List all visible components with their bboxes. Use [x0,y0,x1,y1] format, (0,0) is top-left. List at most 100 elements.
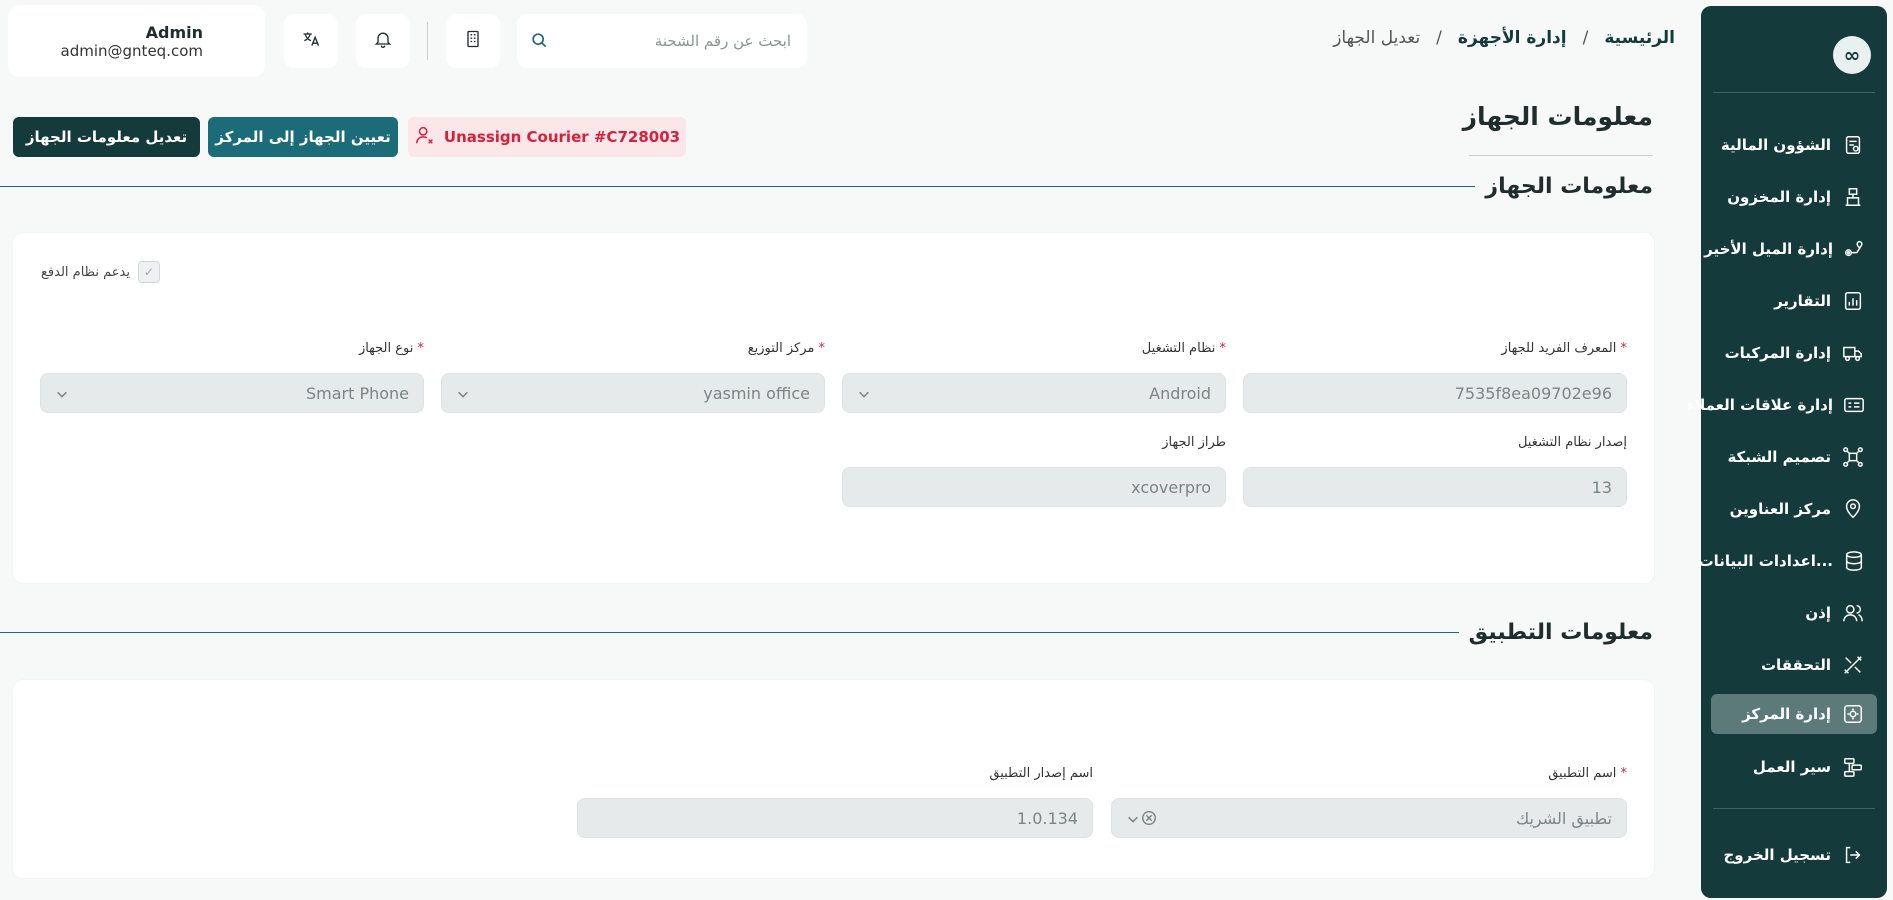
topbar-divider [427,22,428,60]
device-model-input[interactable]: xcoverpro [842,467,1226,507]
sidebar-item-label: الشؤون المالية [1720,136,1831,154]
sidebar-item-label: إذن [1805,604,1831,622]
device-id-field: المعرف الفريد للجهاز * 7535f8ea09702e96 [1243,341,1627,413]
payment-support-label: يدعم نظام الدفع [41,264,130,280]
device-id-value: 7535f8ea09702e96 [1454,383,1612,403]
building-button[interactable] [446,14,500,68]
chevron-down-icon [857,386,871,400]
distribution-center-value: yasmin office [703,383,810,403]
sidebar-item-last-mile[interactable]: إدارة الميل الأخير [1704,229,1877,269]
breadcrumb-home[interactable]: الرئيسية [1604,28,1675,48]
sidebar-item-network[interactable]: تصميم الشبكة [1711,437,1877,477]
app-version-value: 1.0.134 [1016,808,1078,828]
section-divider [0,632,1459,633]
logout-button[interactable]: تسجيل الخروج [1711,835,1877,875]
device-id-input[interactable]: 7535f8ea09702e96 [1243,373,1627,413]
required-mark: * [1620,341,1628,356]
sidebar-item-label: تصميم الشبكة [1727,448,1831,466]
app-version-label: اسم إصدار التطبيق [989,766,1093,781]
breadcrumb-separator: / [1582,28,1589,48]
language-button[interactable] [284,14,338,68]
payment-support-checkbox-row[interactable]: يدعم نظام الدفع ✓ [41,261,160,283]
bell-icon [373,29,393,53]
sidebar-item-validations[interactable]: التحققات [1711,645,1877,685]
os-version-input[interactable]: 13 [1243,467,1627,507]
search-box[interactable]: ابحث عن رقم الشحنة [517,14,807,68]
device-section-header: معلومات الجهاز [0,174,1653,199]
page-title: معلومات الجهاز [1462,102,1653,131]
sidebar-item-permissions[interactable]: إذن [1711,593,1877,633]
os-version-value: 13 [1591,477,1612,497]
brand-logo[interactable]: ∞ [1833,36,1871,74]
breadcrumb-separator: / [1436,28,1442,48]
logout-icon [1841,843,1865,867]
device-type-value: Smart Phone [305,383,409,403]
sidebar-item-label: اعدادات البيانات... [1698,552,1833,570]
location-icon [1841,497,1865,521]
distribution-center-select[interactable]: yasmin office [441,373,825,413]
assign-device-button[interactable]: تعيين الجهاز إلى المركز [208,117,398,157]
sidebar-item-label: إدارة المخزون [1727,188,1831,206]
notifications-button[interactable] [356,14,410,68]
app-version-input[interactable]: 1.0.134 [577,798,1093,838]
title-underline [1469,155,1653,156]
device-type-select[interactable]: Smart Phone [40,373,424,413]
os-field: نظام التشغيل * Android [842,341,1226,413]
sidebar-item-vehicles[interactable]: إدارة المركبات [1711,333,1877,373]
inventory-icon [1841,185,1865,209]
required-mark: * [818,341,826,356]
section-divider [0,186,1476,187]
sidebar-item-address-center[interactable]: مركز العناوين [1711,489,1877,529]
sidebar-item-center-management[interactable]: إدارة المركز [1711,694,1877,734]
sidebar-divider [1713,808,1875,809]
logout-label: تسجيل الخروج [1723,846,1832,864]
app-name-field: اسم التطبيق * تطبيق الشريك [1111,766,1627,838]
payment-support-checkbox[interactable]: ✓ [137,261,160,283]
device-info-card: يدعم نظام الدفع ✓ المعرف الفريد للجهاز *… [13,233,1654,583]
sidebar-item-label: إدارة المركبات [1724,344,1831,362]
unassign-courier-button[interactable]: Unassign Courier #C728003 [408,117,686,157]
app-section-title: معلومات التطبيق [1468,620,1653,645]
sidebar-item-data-settings[interactable]: اعدادات البيانات... [1699,541,1877,581]
edit-device-button[interactable]: تعديل معلومات الجهاز [13,117,200,157]
sidebar-item-workflow[interactable]: سير العمل [1711,747,1877,787]
sidebar-item-label: إدارة المركز [1742,705,1831,723]
database-icon [1843,549,1865,573]
last-mile-icon [1843,237,1865,261]
chevron-down-icon [1126,811,1140,825]
sidebar-item-crm[interactable]: إدارة علاقات العملاء [1687,385,1877,425]
unassign-courier-label: Unassign Courier #C728003 [443,128,681,146]
breadcrumb-devices[interactable]: إدارة الأجهزة [1458,28,1567,48]
translate-icon [301,29,321,53]
sidebar-item-reports[interactable]: التقارير [1711,281,1877,321]
center-settings-icon [1841,702,1865,726]
sidebar-item-inventory[interactable]: إدارة المخزون [1711,177,1877,217]
device-type-field: نوع الجهاز * Smart Phone [40,341,424,413]
user-menu[interactable]: Admin admin@gnteq.com [8,5,265,77]
os-select[interactable]: Android [842,373,1226,413]
app-version-field: اسم إصدار التطبيق 1.0.134 [577,766,1093,838]
validation-icon [1841,653,1865,677]
clear-icon[interactable] [1140,809,1158,827]
required-mark: * [1620,766,1628,781]
sidebar: ∞ الشؤون المالية إدارة المخزون إدارة الم… [1687,6,1887,898]
sidebar-item-finance[interactable]: الشؤون المالية [1711,125,1877,165]
device-id-label: المعرف الفريد للجهاز [1501,341,1617,356]
sidebar-divider [1713,92,1875,93]
search-input[interactable]: ابحث عن رقم الشحنة [559,32,795,50]
network-icon [1841,445,1865,469]
user-name: Admin [145,22,203,42]
user-email: admin@gnteq.com [60,41,203,60]
building-icon [463,29,483,53]
reports-icon [1841,289,1865,313]
os-version-label: إصدار نظام التشغيل [1517,435,1627,450]
device-model-label: طراز الجهاز [1162,435,1226,450]
app-section-header: معلومات التطبيق [0,620,1653,645]
app-info-card: اسم التطبيق * تطبيق الشريك اسم إصدار الت… [13,680,1654,878]
app-name-value: تطبيق الشريك [1515,808,1612,828]
app-name-select[interactable]: تطبيق الشريك [1111,798,1627,838]
sidebar-item-label: التحققات [1760,656,1831,674]
user-remove-icon [414,124,436,150]
sidebar-item-label: مركز العناوين [1729,500,1831,518]
truck-icon [1841,341,1865,365]
